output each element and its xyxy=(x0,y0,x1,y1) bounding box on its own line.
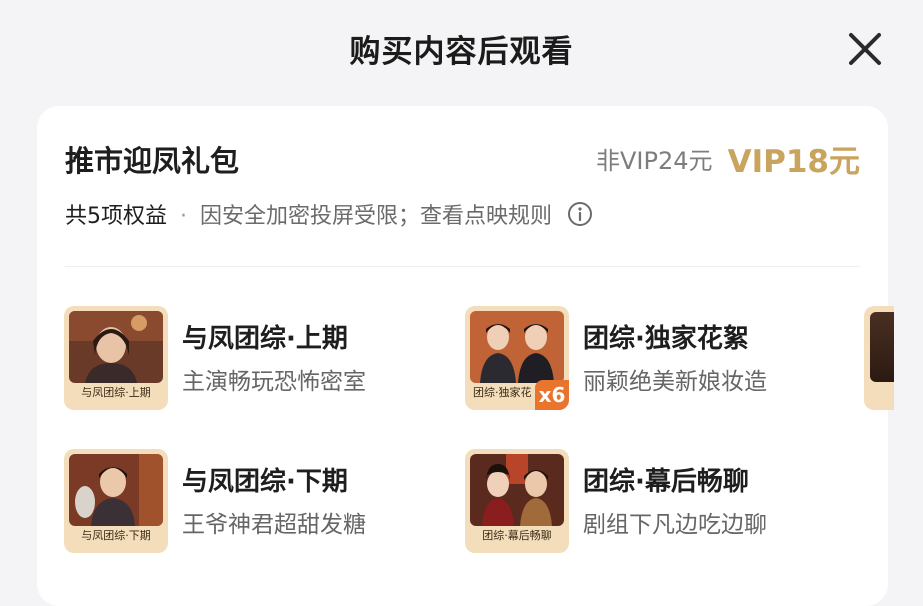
benefit-title: 团综·独家花絮 xyxy=(583,324,749,354)
thumbnail-caption: 与凤团综·上期 xyxy=(81,386,151,399)
benefits-count: 共5项权益 xyxy=(65,204,167,229)
benefit-thumbnail-partial[interactable] xyxy=(864,306,894,410)
thumbnail-caption: 与凤团综·下期 xyxy=(81,529,151,542)
benefit-thumbnail: 团综·幕后畅聊 xyxy=(465,449,569,553)
screening-rules-link[interactable]: 因安全加密投屏受限；查看点映规则 xyxy=(200,204,552,229)
thumbnail-image xyxy=(69,311,163,383)
meta-separator: · xyxy=(180,204,187,229)
thumbnail-caption: 团综·幕后畅聊 xyxy=(482,529,552,542)
benefit-item[interactable]: 团综·独家花 x6 团综·独家花絮 丽颖绝美新娘妆造 xyxy=(465,306,855,416)
vip-price: VIP18元 xyxy=(727,144,860,180)
benefit-title: 与凤团综·上期 xyxy=(182,324,348,354)
benefit-title: 与凤团综·下期 xyxy=(182,467,348,497)
package-meta: 共5项权益 · 因安全加密投屏受限；查看点映规则 xyxy=(65,198,593,230)
benefit-item[interactable]: 与凤团综·上期 与凤团综·上期 主演畅玩恐怖密室 xyxy=(64,306,454,416)
episode-count-badge: x6 xyxy=(535,380,569,410)
thumbnail-image xyxy=(69,454,163,526)
non-vip-price: 非VIP24元 xyxy=(596,147,713,175)
benefit-thumbnail: 与凤团综·上期 xyxy=(64,306,168,410)
package-name: 推市迎凤礼包 xyxy=(65,144,240,178)
benefit-item[interactable]: 团综·幕后畅聊 团综·幕后畅聊 剧组下凡边吃边聊 xyxy=(465,449,855,559)
close-icon[interactable] xyxy=(842,26,888,72)
thumbnail-image xyxy=(470,311,564,383)
benefit-subtitle: 剧组下凡边吃边聊 xyxy=(583,512,767,538)
benefit-thumbnail: 与凤团综·下期 xyxy=(64,449,168,553)
modal-header: 购买内容后观看 xyxy=(0,0,923,100)
modal-title: 购买内容后观看 xyxy=(349,34,574,70)
benefit-title: 团综·幕后畅聊 xyxy=(583,467,749,497)
thumbnail-image xyxy=(470,454,564,526)
info-icon[interactable] xyxy=(567,201,593,227)
price-info: 非VIP24元 VIP18元 xyxy=(596,136,860,181)
benefit-item[interactable]: 与凤团综·下期 与凤团综·下期 王爷神君超甜发糖 xyxy=(64,449,454,559)
benefit-thumbnail: 团综·独家花 x6 xyxy=(465,306,569,410)
thumbnail-image xyxy=(870,312,894,382)
divider xyxy=(65,266,860,267)
benefit-subtitle: 王爷神君超甜发糖 xyxy=(182,512,366,538)
benefit-subtitle: 主演畅玩恐怖密室 xyxy=(182,369,366,395)
benefit-subtitle: 丽颖绝美新娘妆造 xyxy=(583,369,767,395)
